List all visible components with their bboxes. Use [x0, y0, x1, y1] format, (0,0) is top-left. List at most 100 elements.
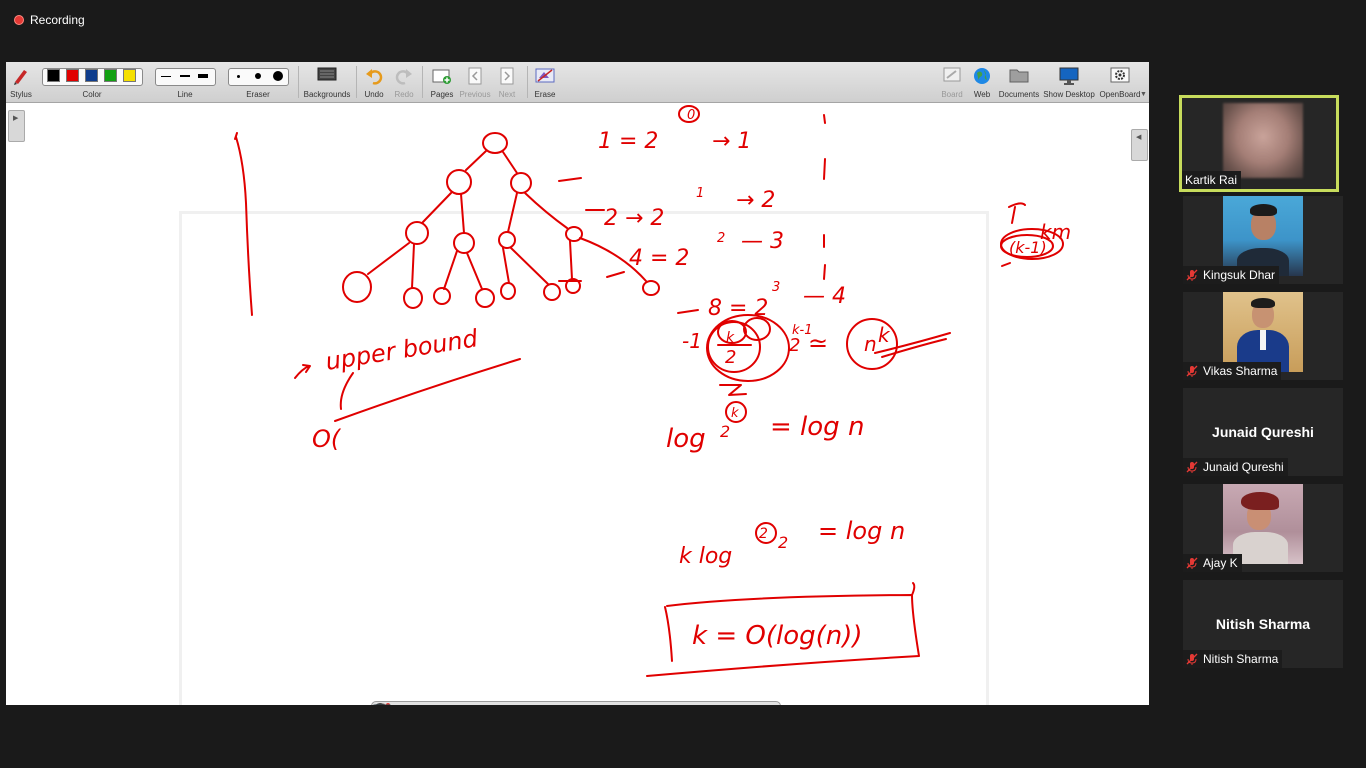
expand-right-icon: ▶ [13, 115, 19, 122]
participant-name: Vikas Sharma [1203, 364, 1278, 378]
nameplate: Ajay K [1183, 554, 1242, 572]
nameplate: Nitish Sharma [1183, 650, 1283, 668]
openboard-window: Stylus Color Line Eraser Backgrounds Und… [6, 62, 1149, 705]
upper-bound-text: upper bound [324, 324, 481, 376]
participant-name: Ajay K [1203, 556, 1238, 570]
color-group: Color [41, 62, 143, 102]
muted-mic-icon [1186, 653, 1198, 665]
ink-stroke [719, 384, 747, 396]
eq-row5: -1 [682, 329, 702, 353]
color-green-swatch[interactable] [104, 69, 117, 82]
line-label: Line [177, 90, 193, 99]
color-black-swatch[interactable] [47, 69, 60, 82]
eraser-label: Eraser [246, 90, 270, 99]
openboard-toolbar: Stylus Color Line Eraser Backgrounds Und… [6, 62, 1149, 103]
participant-tile-junaid[interactable]: Junaid Qureshi Junaid Qureshi [1183, 388, 1343, 476]
ink-stroke [235, 136, 253, 316]
nameplate: Kingsuk Dhar [1183, 266, 1280, 284]
ink-stroke [558, 177, 582, 282]
ink-paren [339, 372, 354, 410]
web-button[interactable]: Web [969, 62, 995, 102]
participant-video-blurred [1223, 103, 1303, 178]
show-desktop-button[interactable]: Show Desktop [1043, 62, 1095, 102]
ink-box [911, 582, 916, 596]
whiteboard-canvas[interactable]: 1 = 2 0 → 1 2 → 2 1 → 2 4 = 2 2 — 3 8 = … [6, 103, 1149, 705]
erase-icon [535, 68, 555, 83]
globe-icon [974, 68, 990, 84]
muted-mic-icon [1186, 461, 1198, 473]
documents-label: Documents [998, 90, 1040, 99]
participant-tile-nitish[interactable]: Nitish Sharma Nitish Sharma [1183, 580, 1343, 668]
participant-tile-kartik[interactable]: Kartik Rai [1179, 95, 1339, 192]
tree-node [446, 169, 472, 195]
board-button[interactable]: Board [938, 62, 966, 102]
ink-stroke [1008, 202, 1026, 224]
ink-stroke [823, 114, 826, 280]
participant-tile-ajay[interactable]: Ajay K [1183, 484, 1343, 572]
tree-node [543, 283, 561, 301]
participant-name: Kingsuk Dhar [1203, 268, 1276, 282]
pages-button[interactable]: Pages [428, 62, 456, 102]
line-thin-option[interactable] [161, 76, 171, 77]
eq-row2-exp: 1 [696, 186, 704, 201]
participant-name: Junaid Qureshi [1203, 460, 1284, 474]
board-label: Board [941, 90, 963, 99]
eraser-small-option[interactable] [237, 75, 240, 78]
redo-button[interactable]: Redo [392, 62, 416, 102]
backgrounds-button[interactable]: Backgrounds [303, 62, 351, 102]
side-circle-text: (k-1) [1009, 238, 1047, 257]
undo-button[interactable]: Undo [362, 62, 386, 102]
left-palette-toggle[interactable]: ▶ [8, 110, 25, 142]
next-button[interactable]: Next [494, 62, 520, 102]
tree-edge [367, 237, 647, 290]
eq-row1: 1 = 2 [598, 129, 658, 154]
frac-bottom: 2 [725, 347, 736, 368]
nameplate: Kartik Rai [1182, 171, 1242, 189]
tree-node [403, 287, 423, 309]
dropdown-arrow-icon[interactable]: ▼ [1140, 91, 1147, 98]
backgrounds-icon [317, 67, 337, 81]
color-yellow-swatch[interactable] [123, 69, 136, 82]
ink-stroke [606, 271, 625, 278]
line-medium-option[interactable] [180, 75, 190, 77]
stylus-button[interactable]: Stylus [6, 62, 36, 102]
line-thick-option[interactable] [198, 74, 208, 78]
participant-name: Nitish Sharma [1203, 652, 1279, 666]
eq-row3-exp: 2 [717, 231, 725, 246]
tree-edge [465, 150, 518, 174]
redo-label: Redo [394, 90, 414, 99]
tree-node [433, 287, 451, 305]
participant-tile-vikas[interactable]: Vikas Sharma [1183, 292, 1343, 380]
previous-button[interactable]: Previous [458, 62, 492, 102]
frac-top: k [726, 330, 735, 346]
show-desktop-label: Show Desktop [1043, 90, 1095, 99]
expand-left-icon: ◀ [1136, 134, 1142, 141]
web-label: Web [973, 90, 991, 99]
tree-node [342, 271, 372, 303]
color-red-swatch[interactable] [66, 69, 79, 82]
eq-row2: 2 → 2 [604, 206, 664, 231]
previous-page-icon [468, 67, 482, 85]
color-label: Color [82, 90, 102, 99]
big-o-text: O( [312, 425, 342, 453]
eq-row5-pow: 2 [789, 335, 800, 356]
ink-stroke [1001, 262, 1011, 267]
color-blue-swatch[interactable] [85, 69, 98, 82]
stylus-icon [14, 70, 27, 85]
next-label: Next [498, 90, 516, 99]
right-palette-toggle[interactable]: ◀ [1131, 129, 1148, 161]
previous-label: Previous [459, 90, 491, 99]
documents-button[interactable]: Documents [998, 62, 1040, 102]
participant-center-label: Junaid Qureshi [1212, 424, 1314, 440]
pages-label: Pages [430, 90, 454, 99]
next-page-icon [500, 67, 514, 85]
eraser-large-option[interactable] [273, 71, 283, 81]
openboard-menu-button[interactable]: OpenBoard [1097, 62, 1143, 102]
tree-node [482, 132, 508, 154]
approx-val: n [864, 332, 877, 356]
participant-tile-kingsuk[interactable]: Kingsuk Dhar [1183, 196, 1343, 284]
redo-icon [395, 69, 412, 85]
stylus-label: Stylus [10, 90, 32, 99]
eraser-medium-option[interactable] [255, 73, 261, 79]
erase-button[interactable]: Erase [532, 62, 558, 102]
